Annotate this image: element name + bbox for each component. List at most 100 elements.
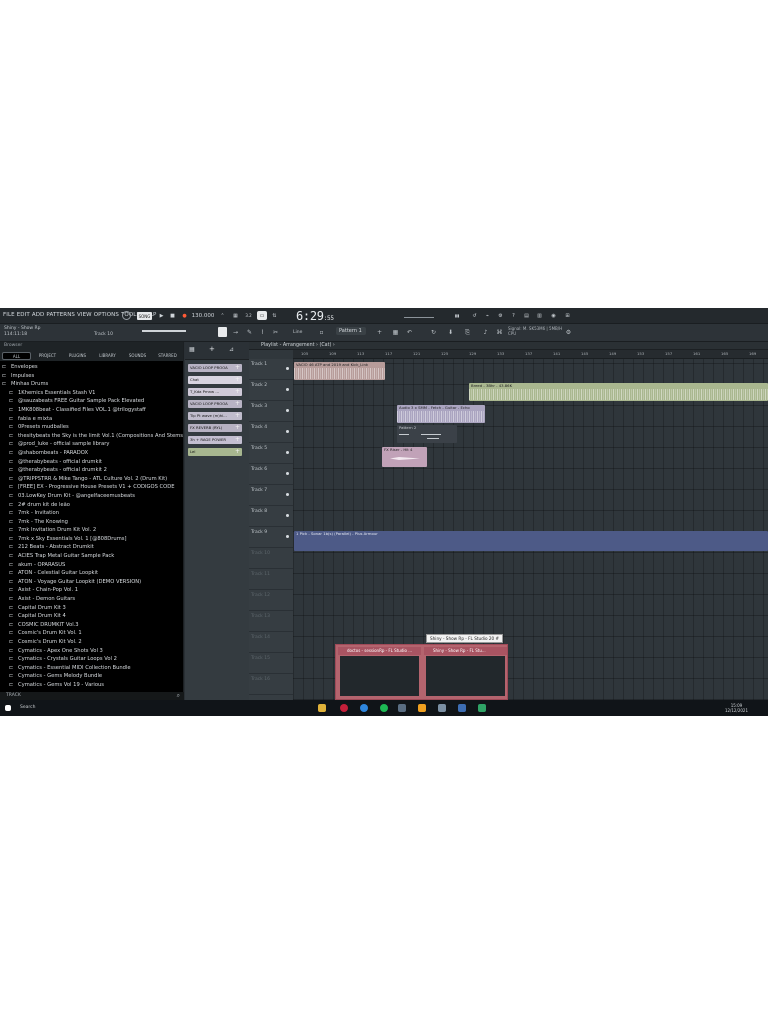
track-header[interactable]: Track 13 [249,611,293,632]
browser-folder-item[interactable]: ⊏ 1MK808beat - Classified Files VOL.1 @tr… [2,406,183,415]
pin-icon[interactable]: ⊿ [229,346,234,353]
typing-keyboard-icon[interactable]: ▭ [257,311,267,320]
browser-folder-item[interactable]: ⊏ @prod_luke - official sample library [2,440,183,449]
mixer-icon[interactable]: ⚙ [496,311,505,320]
channel-add-icon[interactable]: + [235,376,240,384]
browser-folder-item[interactable]: ⊏ 03.LowKey Drum Kit - @angelfaceemusbeat… [2,492,183,501]
channel-button[interactable]: 3h + RAGE POWER + [188,436,242,444]
menu-item-view[interactable]: VIEW [77,312,92,318]
window-thumbnail[interactable]: Shiny - Show Rp - FL Stu... [424,647,507,698]
scissors-icon[interactable]: ✂ [272,329,279,336]
channel-add-icon[interactable]: + [235,400,240,408]
channel-button[interactable]: Lel + [188,448,242,456]
link-icon[interactable]: ⌁ [483,311,492,320]
track-header[interactable]: Track 3 [249,401,293,422]
browser-folder-item[interactable]: ⊏ 212 Beats - Abstract Drumkit [2,543,183,552]
loop-icon[interactable]: ↻ [430,329,437,336]
app-icon[interactable] [458,704,466,712]
track-header[interactable]: Track 2 [249,380,293,401]
windows-start-icon[interactable] [5,705,11,711]
tab-all[interactable]: ALL [2,352,31,360]
search-icon[interactable]: ⌕ [177,692,180,700]
arrow-right-icon[interactable]: → [232,329,239,336]
browser-folder-item[interactable]: ⊏ fabia e mixta [2,415,183,424]
track-mute-dot[interactable] [286,472,289,475]
gear-icon[interactable]: ⚙ [565,329,572,336]
channel-rack-icon[interactable]: ▥ [535,311,544,320]
recording-filter-icon[interactable]: ⇅ [270,311,279,320]
channel-add-icon[interactable]: + [235,388,240,396]
mic-icon[interactable]: ♪ [482,329,489,336]
browser-folder-item[interactable]: ⊏ @sauzabeats FREE Guitar Sample Pack Ele… [2,397,183,406]
tab-starred[interactable]: STARRED [154,352,181,360]
help-icon[interactable]: ? [509,311,518,320]
playlist-clip[interactable]: FX Riser - Hit 4 [382,447,427,467]
playlist-clip[interactable]: VACIO 46 ATP and 2019 and Kick_Link [294,362,385,380]
brush-icon[interactable]: ⌇ [259,329,266,336]
fl-studio-icon[interactable] [418,704,426,712]
channel-add-icon[interactable]: + [235,436,240,444]
playlist-clip[interactable]: 1 Pick - Sonar 1b(s) (Parallel) - Plus A… [294,531,768,551]
menu-item-edit[interactable]: EDIT [17,312,30,318]
browser-folder-item[interactable]: ⊏ @therabybeats - official drumkit [2,458,183,467]
plus-icon[interactable]: + [376,329,383,336]
track-header[interactable]: Track 10 [249,548,293,569]
browser-folder-item[interactable]: ⊏ COSMIC DRUMKIT Vol.3 [2,621,183,630]
fx-icon[interactable]: ⌘ [496,329,503,336]
browser-folder-item[interactable]: ⊏ @shabombeats - PARADOX [2,449,183,458]
grid-icon[interactable]: ▦ [189,346,195,353]
record-icon[interactable]: ● [180,311,189,320]
tab-plugins[interactable]: PLUGINS [64,352,91,360]
snap-icon[interactable] [218,327,227,337]
browser-folder-item[interactable]: ⊏ 7mk x Sky Essentials Vol. 1 [@808Drums] [2,535,183,544]
track-mute-dot[interactable] [286,388,289,391]
browser-folder-item[interactable]: ⊏ 7mk - Invitation [2,509,183,518]
render-icon[interactable]: ⎘ [464,329,471,336]
song-time-clock[interactable]: 6:29:55 [296,309,334,323]
wave-icon[interactable]: ⌃ [218,311,227,320]
plugin-icon[interactable]: ⊞ [563,311,572,320]
browser-folder-item[interactable]: ⊏ Cosmic's Drum Kit Vol. 1 [2,629,183,638]
browser-folder-item[interactable]: ⊏ 0Presets mudballes [2,423,183,432]
channel-add-icon[interactable]: + [235,364,240,372]
app-icon[interactable] [438,704,446,712]
browser-folder-item[interactable]: ⊏ Cymatics - Gems Melody Bundle [2,672,183,681]
edge-icon[interactable] [360,704,368,712]
channel-button[interactable]: VACIO LOOP PROOA + [188,400,242,408]
save-icon[interactable]: ⬇ [447,329,454,336]
step-icon[interactable]: 3.2 [244,311,253,320]
opera-icon[interactable] [340,704,348,712]
pattern-selector[interactable]: Pattern 1 [336,327,366,335]
browser-folder-item[interactable]: ⊏ [FREE] EX - Progressive House Presets V… [2,483,183,492]
eraser-icon[interactable]: ▫ [318,329,325,336]
track-mute-dot[interactable] [286,535,289,538]
channel-add-icon[interactable]: + [235,448,240,456]
track-header[interactable]: Track 5 [249,443,293,464]
browser-folder-item[interactable]: ⊏ Capital Drum Kit 4 [2,612,183,621]
channel-button[interactable]: Tip Pt wave (m)hi... + [188,412,242,420]
stop-icon[interactable]: ■ [168,311,177,320]
play-icon[interactable]: ▶ [157,311,166,320]
playlist-clip[interactable]: Breed - 3Bhr - 43.86K [469,383,768,401]
browser-folder-item[interactable]: ⊏ ATON - Voyage Guitar Loopkit (DEMO VERS… [2,578,183,587]
channel-button[interactable]: T_Kda Pmnw ... + [188,388,242,396]
tab-sounds[interactable]: SOUNDS [124,352,151,360]
grid-icon[interactable]: ▦ [392,329,399,336]
spotify-icon[interactable] [380,704,388,712]
browser-folder-item[interactable]: ⊏ Minhas Drums [2,380,183,389]
browser-folder-item[interactable]: ⊏ @TRIPPSTRR & Mike Tango - ATL Culture V… [2,475,183,484]
playlist-clip[interactable]: Pattern 2 [397,425,457,443]
channel-add-icon[interactable]: + [235,424,240,432]
tempo-display[interactable]: 130.000 [192,311,215,321]
playlist-title-bar[interactable]: Playlist - Arrangement › (Cat) › [249,342,768,350]
track-header[interactable]: Track 7 [249,485,293,506]
pat-song-toggle[interactable]: SONG [137,312,152,320]
browser-folder-item[interactable]: ⊏ Cosmic's Drum Kit Vol. 2 [2,638,183,647]
track-header[interactable]: Track 14 [249,632,293,653]
track-mute-dot[interactable] [286,451,289,454]
piano-roll-icon[interactable]: ▤ [522,311,531,320]
browser-folder-item[interactable]: ⊏ Cymatics - Crystals Guitar Loops Vol 2 [2,655,183,664]
pattern-icon[interactable]: ▦ [231,311,240,320]
track-header[interactable]: Track 12 [249,590,293,611]
browser-folder-item[interactable]: ⊏ Cymatics - Gems Vol 19 - Various [2,681,183,690]
